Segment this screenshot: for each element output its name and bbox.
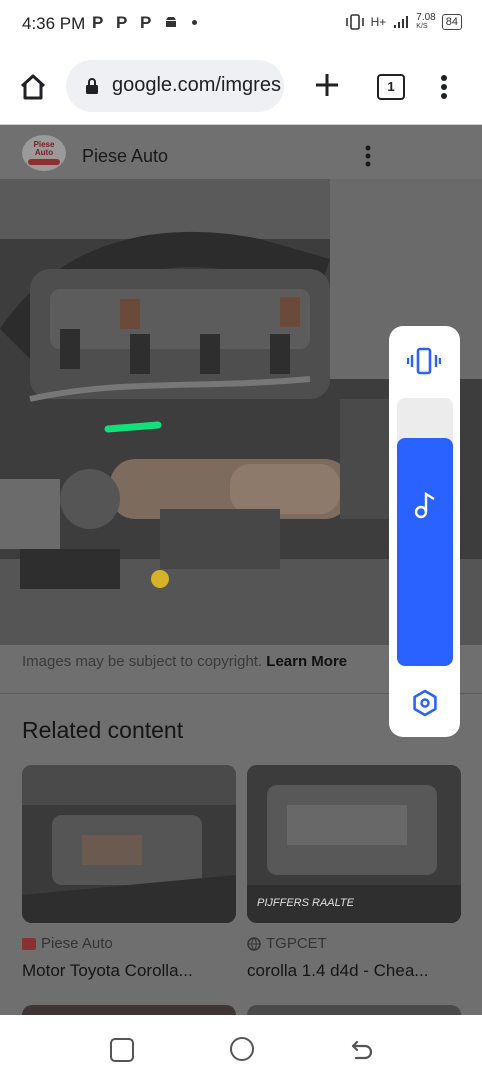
related-source-name: Piese Auto [41,935,113,952]
related-card-title[interactable]: Motor Toyota Corolla... [22,961,236,981]
source-name: Piese Auto [82,146,169,166]
related-thumbnail[interactable] [22,765,236,923]
back-button[interactable] [350,1037,374,1066]
source-header[interactable]: Piese Auto Piese Auto [0,125,482,179]
net-speed: 7.08 K/S [416,13,435,31]
vibrate-status-icon [345,14,364,30]
source-favicon-icon [22,937,36,950]
settings-icon [413,689,437,717]
engine-thumbnail-image [22,765,236,923]
notification-p-icon: P [116,13,128,32]
related-thumbnail[interactable]: PIJFFERS RAALTE [247,765,461,923]
car-logo-icon [28,159,60,165]
new-tab-button[interactable] [310,68,344,102]
globe-icon [247,936,261,951]
net-speed-unit: K/S [416,23,428,30]
vibrate-icon [406,347,442,375]
learn-more-link[interactable]: Learn More [266,653,347,670]
home-icon [20,74,46,100]
volume-slider[interactable] [397,398,453,666]
status-indicators: H+ 7.08 K/S 84 [345,13,462,31]
ringer-mode-button[interactable] [406,346,442,381]
signal-icon [394,16,409,28]
source-logo-text: Piese Auto [33,140,55,157]
system-navigation-bar [0,1015,482,1080]
sound-settings-button[interactable] [410,688,440,723]
more-notifications-dot-icon [192,20,197,25]
status-bar: 4:36 PM P P P H+ 7.08 K/S 84 [0,0,482,48]
status-time: 4:36 PM [22,14,86,33]
network-type: H+ [370,15,387,29]
related-source[interactable]: Piese Auto [22,935,113,952]
net-speed-value: 7.08 [416,12,436,23]
copyright-text: Images may be subject to copyright. [22,653,263,670]
copyright-notice: Images may be subject to copyright. Lear… [22,653,347,670]
thumbnail-watermark: PIJFFERS RAALTE [257,897,354,909]
more-vert-icon [441,75,447,99]
url-bar[interactable]: google.com/imgres [66,60,284,112]
battery-level: 84 [441,14,462,30]
home-circle-icon[interactable] [230,1037,254,1061]
android-icon [163,14,179,35]
browser-toolbar: google.com/imgres 1 [0,48,482,125]
plus-icon [316,74,338,96]
browser-menu-button[interactable] [436,70,452,104]
url-text: google.com/imgres [112,74,281,96]
notification-p-icon: P [140,13,152,32]
related-source[interactable]: TGPCET [247,935,327,952]
more-vert-icon[interactable] [360,143,376,169]
recent-apps-icon[interactable] [110,1038,134,1062]
music-note-icon [414,491,435,519]
back-icon [351,1040,373,1060]
volume-panel [389,326,460,737]
related-source-name: TGPCET [266,935,327,952]
tab-switcher-button[interactable]: 1 [377,74,405,100]
notification-p-icon: P [92,13,104,32]
home-button[interactable] [16,70,50,104]
volume-slider-fill[interactable] [397,438,453,666]
related-content-title: Related content [22,717,184,743]
related-card-title[interactable]: corolla 1.4 d4d - Chea... [247,961,461,981]
source-logo: Piese Auto [22,135,66,171]
lock-icon [86,78,98,94]
